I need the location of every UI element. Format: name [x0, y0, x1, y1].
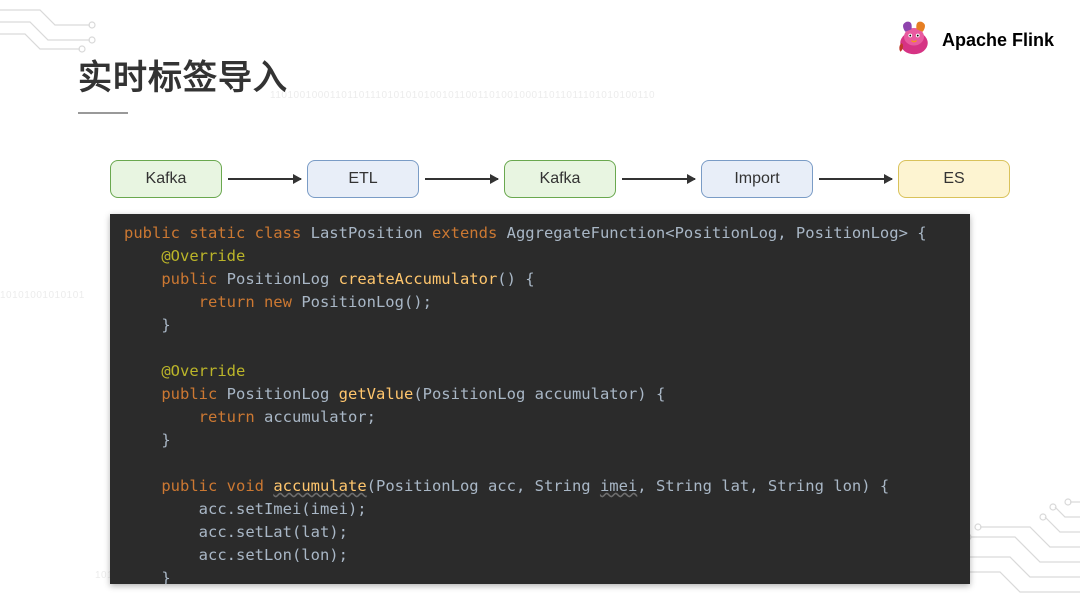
arrow-icon: [228, 178, 301, 180]
flow-node-import: Import: [701, 160, 813, 198]
flow-node-etl: ETL: [307, 160, 419, 198]
title-underline: [78, 112, 128, 114]
binary-background-top: 1101001000110110111010101010010110011010…: [270, 90, 655, 101]
flow-node-kafka-2: Kafka: [504, 160, 616, 198]
arrow-icon: [819, 178, 892, 180]
arrow-icon: [425, 178, 498, 180]
brand-text: Apache Flink: [942, 30, 1054, 51]
brand-header: Apache Flink: [894, 18, 1054, 63]
binary-background-side: 10101001010101: [0, 290, 85, 301]
flow-node-kafka-1: Kafka: [110, 160, 222, 198]
flow-node-es: ES: [898, 160, 1010, 198]
pipeline-flow: Kafka ETL Kafka Import ES: [110, 156, 1010, 202]
page-title: 实时标签导入: [78, 50, 288, 99]
code-content: public static class LastPosition extends…: [110, 214, 970, 584]
arrow-icon: [622, 178, 695, 180]
code-block: public static class LastPosition extends…: [110, 214, 970, 584]
flink-logo-icon: [894, 18, 934, 63]
